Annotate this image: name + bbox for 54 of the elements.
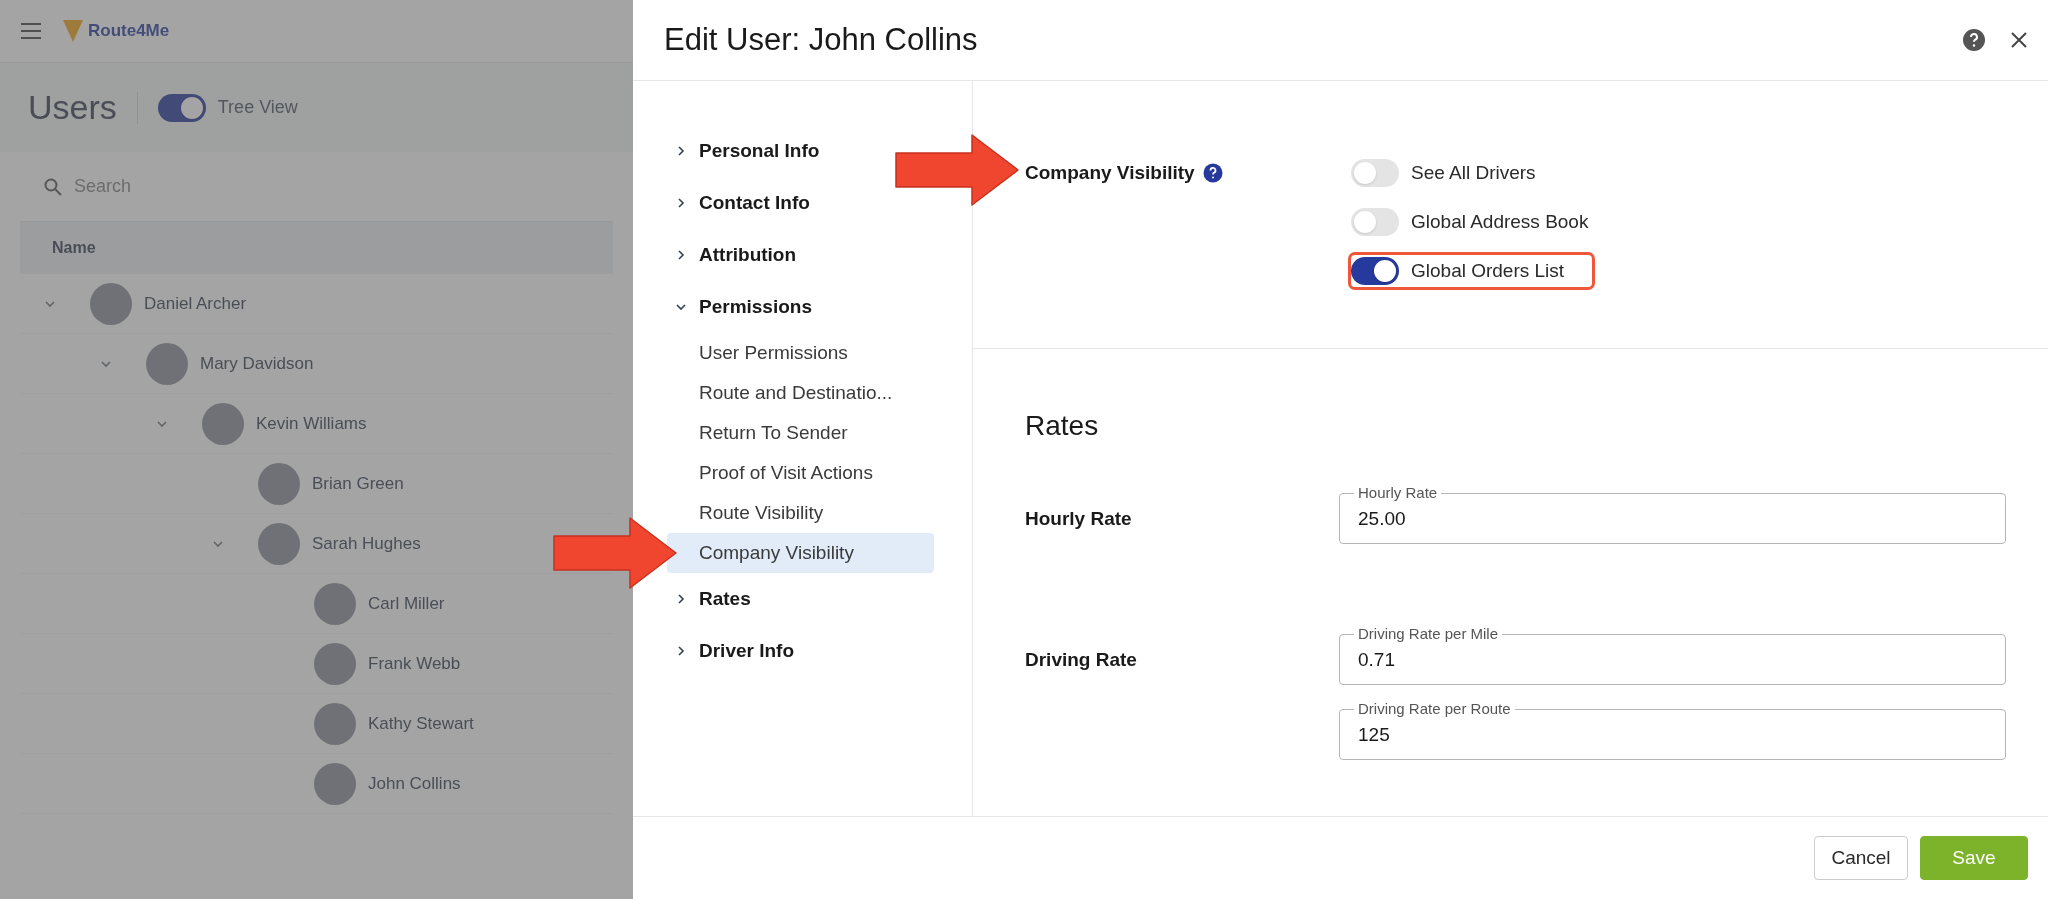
logo-icon: [62, 18, 84, 44]
nav-item[interactable]: Route Visibility: [667, 493, 934, 533]
field-group-label: Hourly Rate: [1025, 508, 1132, 529]
nav-item[interactable]: Return To Sender: [667, 413, 934, 453]
chevron-right-icon[interactable]: [675, 645, 687, 657]
toggle-switch[interactable]: [157, 93, 206, 122]
nav-item[interactable]: User Permissions: [667, 333, 934, 373]
section-label: Company Visibility: [1025, 160, 1195, 185]
nav-item[interactable]: Route and Destinatio...: [667, 373, 934, 413]
avatar-placeholder: [258, 522, 300, 565]
avatar-placeholder: [314, 582, 356, 625]
toggle-switch[interactable]: [1351, 208, 1399, 236]
field-group-label: Driving Rate: [1025, 649, 1137, 670]
nav-section[interactable]: Rates: [667, 573, 759, 625]
section-heading: Rates: [1025, 409, 1100, 443]
field-value: 125: [1358, 722, 1391, 747]
avatar-placeholder: [314, 762, 356, 805]
toggle-switch[interactable]: [1351, 159, 1399, 187]
help-icon[interactable]: [1962, 28, 1986, 52]
toggle-label: Tree View: [217, 96, 298, 119]
nav-section[interactable]: Personal Info: [667, 125, 828, 177]
cancel-button[interactable]: Cancel: [1814, 836, 1908, 880]
nav-item[interactable]: Company Visibility: [667, 533, 934, 573]
chevron-right-icon[interactable]: [675, 197, 687, 209]
chevron-right-icon[interactable]: [675, 593, 687, 605]
nav-section[interactable]: Contact Info: [667, 177, 818, 229]
avatar-placeholder: [90, 282, 132, 325]
nav-section[interactable]: Attribution: [667, 229, 805, 281]
nav-item[interactable]: Proof of Visit Actions: [667, 453, 934, 493]
avatar-placeholder: [314, 642, 356, 685]
avatar-placeholder: [202, 402, 244, 445]
field-value: 0.71: [1358, 647, 1396, 672]
toggle-switch[interactable]: [1351, 257, 1399, 285]
field-value: 25.00: [1358, 506, 1407, 531]
help-icon[interactable]: [1202, 163, 1223, 183]
column-header: Name: [52, 238, 96, 258]
nav-section[interactable]: Driver Info: [667, 625, 803, 677]
menu-icon[interactable]: [20, 22, 42, 40]
avatar-placeholder: [258, 462, 300, 505]
search-icon: [44, 177, 62, 196]
avatar-placeholder: [314, 702, 356, 745]
toggle-label: Global Address Book: [1411, 209, 1589, 234]
logo-text: Route4Me: [88, 20, 170, 43]
close-icon[interactable]: [2010, 31, 2028, 49]
chevron-right-icon[interactable]: [675, 249, 687, 261]
chevron-down-icon[interactable]: [675, 301, 687, 313]
toggle-label: Global Orders List: [1411, 258, 1565, 283]
search-field[interactable]: Search: [74, 173, 374, 200]
avatar-placeholder: [146, 342, 188, 385]
chevron-right-icon[interactable]: [675, 145, 687, 157]
toggle-label: See All Drivers: [1411, 160, 1536, 185]
nav-section[interactable]: Permissions: [667, 281, 820, 333]
dialog-title: Edit User: John Collins: [664, 20, 978, 59]
page-title: Users: [28, 87, 117, 128]
